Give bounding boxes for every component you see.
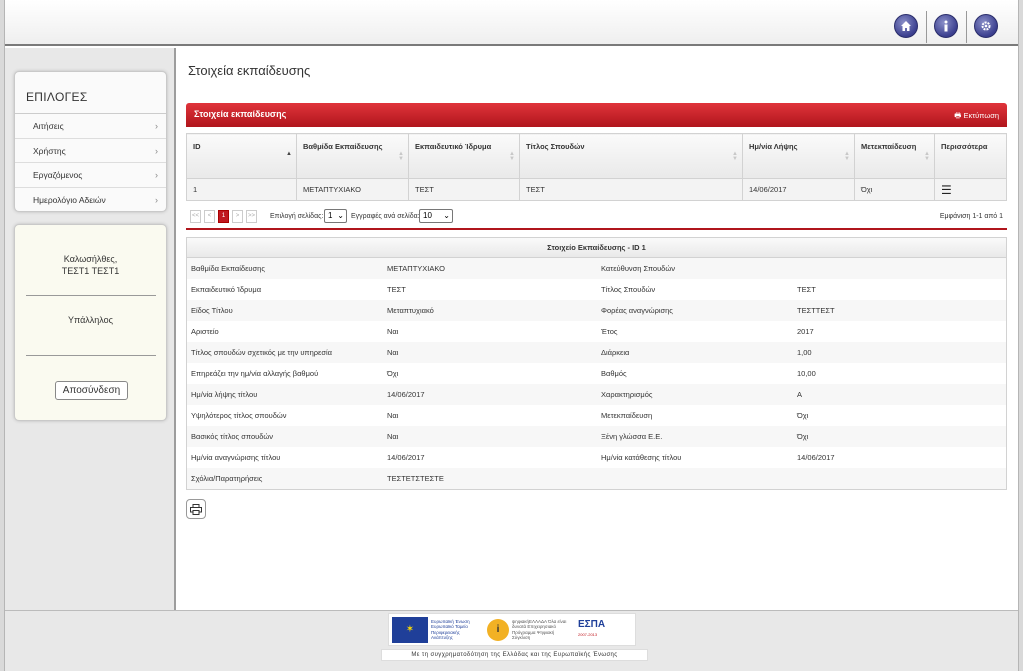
info-icon[interactable] <box>926 11 958 43</box>
last-page-button[interactable]: >> <box>246 210 257 223</box>
cell-id: 1 <box>186 178 297 201</box>
prev-page-button[interactable]: < <box>204 210 215 223</box>
user-name: ΤΕΣΤ1 ΤΕΣΤ1 <box>61 266 120 276</box>
panel-title: Στοιχεία εκπαίδευσης <box>194 109 287 119</box>
cell-title: ΤΕΣΤ <box>519 178 743 201</box>
funding-logos: ✶ Ευρωπαϊκή Ένωση Ευρωπαϊκό Ταμείο Περιφ… <box>388 613 636 646</box>
printer-icon <box>190 503 202 515</box>
sort-icon: ▲ ▼ <box>509 151 515 162</box>
settings-icon[interactable] <box>966 11 998 43</box>
list-icon[interactable]: ☰ <box>941 183 952 197</box>
sidebar-item-applications[interactable]: Αιτήσεις › <box>15 114 166 139</box>
detail-row: Είδος Τίτλου Μεταπτυχιακό Φορέας αναγνώρισ… <box>187 300 1006 321</box>
records-info: Εμφάνιση 1-1 από 1 <box>939 213 1003 220</box>
panel-header: Στοιχεία εκπαίδευσης 🖶 Εκτύπωση <box>186 103 1007 127</box>
column-header-postgraduate[interactable]: Μετεκπαίδευση ▲ ▼ <box>854 133 935 179</box>
next-page-button[interactable]: > <box>232 210 243 223</box>
column-header-title[interactable]: Τίτλος Σπουδών ▲ ▼ <box>519 133 743 179</box>
cell-more: ☰ <box>934 178 1007 201</box>
page-title: Στοιχεία εκπαίδευσης <box>188 63 311 78</box>
digital-greece-logo: i <box>487 618 509 641</box>
current-page-button[interactable]: 1 <box>218 210 229 223</box>
sidebar-item-label: Ημερολόγιο Αδειών <box>33 194 106 205</box>
sort-icon: ▲ ▼ <box>732 151 738 162</box>
home-icon[interactable] <box>894 14 918 38</box>
sidebar-item-user[interactable]: Χρήστης › <box>15 139 166 163</box>
footer: ✶ Ευρωπαϊκή Ένωση Ευρωπαϊκό Ταμείο Περιφ… <box>5 610 1018 671</box>
page-select-label: Επιλογή σελίδας: <box>270 213 324 220</box>
column-header-date[interactable]: Ημ/νία Λήψης ▲ ▼ <box>742 133 855 179</box>
cell-postgraduate: Όχι <box>854 178 935 201</box>
per-page-select[interactable]: 10 ⌄ <box>419 209 453 223</box>
column-header-more: Περισσότερα <box>934 133 1007 179</box>
chevron-down-icon: ⌄ <box>443 211 450 220</box>
detail-title: Στοιχείο Εκπαίδευσης - ID 1 <box>187 238 1006 258</box>
column-header-level[interactable]: Βαθμίδα Εκπαίδευσης ▲ ▼ <box>296 133 409 179</box>
print-label: Εκτύπωση <box>963 111 999 120</box>
detail-rows: Βαθμίδα Εκπαίδευσης ΜΕΤΑΠΤΥΧΙΑΚΟ Κατεύθυνσ… <box>187 258 1006 489</box>
espa-logo: ΕΣΠΑ 2007-2013 <box>578 618 606 637</box>
chevron-right-icon: › <box>155 145 158 156</box>
user-panel: Καλωσήλθες, ΤΕΣΤ1 ΤΕΣΤ1 Υπάλληλος Αποσύν… <box>14 224 167 421</box>
sort-icon: ▲ <box>286 151 292 157</box>
table-row[interactable]: 1 ΜΕΤΑΠΤΥΧΙΑΚΟ ΤΕΣΤ ΤΕΣΤ 14/06/2017 Όχι … <box>186 178 1007 201</box>
greeting-text: Καλωσήλθες, <box>63 254 118 264</box>
chevron-down-icon: ⌄ <box>337 211 344 220</box>
first-page-button[interactable]: << <box>190 210 201 223</box>
detail-row: Βασικός τίτλος σπουδών Ναι Ξένη γλώσσα Ε.Ε… <box>187 426 1006 447</box>
sidebar-item-label: Αιτήσεις <box>33 121 64 131</box>
detail-row: Ημ/νία λήψης τίτλου 14/06/2017 Χαρακτηρισμ… <box>187 384 1006 405</box>
chevron-right-icon: › <box>155 194 158 205</box>
detail-row: Αριστείο Ναι Έτος 2017 <box>191 327 814 336</box>
column-header-id[interactable]: ID ▲ <box>186 133 297 179</box>
detail-row: Σχόλια/Παρατηρήσεις ΤΕΣΤΕΤΣΤΕΣΤΕ <box>187 468 1006 489</box>
funding-text: Με τη συγχρηματοδότηση της Ελλάδας και τ… <box>381 649 648 661</box>
logout-button[interactable]: Αποσύνδεση <box>55 381 128 400</box>
eu-flag-icon: ✶ <box>392 616 428 643</box>
cell-level: ΜΕΤΑΠΤΥΧΙΑΚΟ <box>296 178 409 201</box>
pagination-bar: << < 1 > >> Επιλογή σελίδας: 1 ⌄ Εγγραφές… <box>186 208 1007 230</box>
sidebar-item-label: Χρήστης <box>33 145 66 156</box>
detail-row: Βαθμίδα Εκπαίδευσης ΜΕΤΑΠΤΥΧΙΑΚΟ Κατεύθυνσ… <box>187 258 1006 279</box>
cell-institution: ΤΕΣΤ <box>408 178 520 201</box>
table-header-row: ID ▲ Βαθμίδα Εκπαίδευσης ▲ ▼ Εκπαιδευτικό Ί… <box>186 133 1007 179</box>
top-icons <box>878 11 998 43</box>
sidebar-item-label: Εργαζόμενος <box>33 170 83 180</box>
eu-text: Ευρωπαϊκή Ένωση Ευρωπαϊκό Ταμείο Περιφερ… <box>431 618 470 641</box>
user-role: Υπάλληλος <box>68 315 113 325</box>
detail-row: Τίτλος σπουδών σχετικός με την υπηρεσία Ν… <box>187 342 1006 363</box>
divider <box>26 295 156 296</box>
detail-panel: Στοιχείο Εκπαίδευσης - ID 1 Βαθμίδα Εκπα… <box>186 237 1007 490</box>
education-table: ID ▲ Βαθμίδα Εκπαίδευσης ▲ ▼ Εκπαιδευτικό Ί… <box>186 133 1007 201</box>
per-page-label: Εγγραφές ανά σελίδα: <box>351 213 420 220</box>
detail-row: Ημ/νία αναγνώρισης τίτλου 14/06/2017 Ημ/νί… <box>191 453 835 462</box>
sort-icon: ▲ ▼ <box>924 151 930 162</box>
sidebar: ΕΠΙΛΟΓΕΣ Αιτήσεις › Χρήστης › Εργαζόμενο… <box>5 48 176 610</box>
printer-icon: 🖶 <box>954 111 962 120</box>
detail-row: Επηρεάζει την ημ/νία αλλαγής βαθμού Όχι Βα… <box>191 369 816 378</box>
digital-greece-text: ψηφιακήΕΛΛΑΔΑ Όλα είναι δυνατά Επιχειρησ… <box>512 618 567 641</box>
chevron-right-icon: › <box>155 170 158 180</box>
chevron-right-icon: › <box>155 121 158 131</box>
sort-icon: ▲ ▼ <box>844 151 850 162</box>
sidebar-item-leave-calendar[interactable]: Ημερολόγιο Αδειών › <box>15 188 166 213</box>
print-button[interactable] <box>186 499 206 519</box>
sidebar-item-employee[interactable]: Εργαζόμενος › <box>15 163 166 188</box>
detail-row: Υψηλότερος τίτλος σπουδών Ναι Μετεκπαίδευσ… <box>191 411 809 420</box>
page-select[interactable]: 1 ⌄ <box>324 209 347 223</box>
column-header-institution[interactable]: Εκπαιδευτικό Ίδρυμα ▲ ▼ <box>408 133 520 179</box>
app-frame: ΕΠΙΛΟΓΕΣ Αιτήσεις › Χρήστης › Εργαζόμενο… <box>4 0 1019 671</box>
menu-title: ΕΠΙΛΟΓΕΣ <box>15 72 166 114</box>
user-greeting: Καλωσήλθες, ΤΕΣΤ1 ΤΕΣΤ1 <box>15 253 166 277</box>
options-menu: ΕΠΙΛΟΓΕΣ Αιτήσεις › Χρήστης › Εργαζόμενο… <box>14 71 167 212</box>
cell-date: 14/06/2017 <box>742 178 855 201</box>
detail-row: Εκπαιδευτικό Ίδρυμα ΤΕΣΤ Τίτλος Σπουδών ΤΕΣ… <box>191 285 816 294</box>
sort-icon: ▲ ▼ <box>398 151 404 162</box>
print-link[interactable]: 🖶 Εκτύπωση <box>954 110 999 123</box>
top-bar <box>5 0 1018 46</box>
divider <box>26 355 156 356</box>
